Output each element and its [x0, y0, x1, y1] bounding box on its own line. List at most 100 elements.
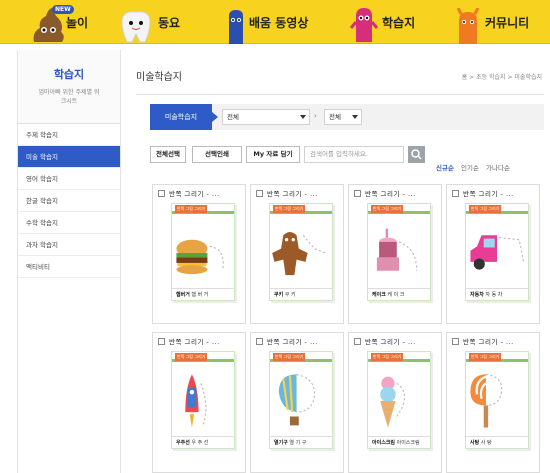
card-header: 반쪽 그리기 - ...: [349, 185, 441, 201]
nav-label-worksheets: 학습지: [382, 15, 416, 30]
worksheet-card[interactable]: 반쪽 그리기 - ... 반쪽 그림 그리기쿠키 쿠 키: [250, 184, 344, 324]
worksheet-card[interactable]: 반쪽 그리기 - ... 반쪽 그림 그리기우주선 우 주 선: [152, 332, 246, 473]
card-header: 반쪽 그리기 - ...: [349, 333, 441, 349]
top-navigation: NEW 놀이 동요 배움 동영상 학습지 커뮤니티: [0, 0, 550, 44]
balloon-illustration-icon: [278, 373, 316, 426]
worksheet-trace-word: 아이스크림: [396, 440, 420, 446]
worksheet-thumbnail[interactable]: 반쪽 그림 그리기 햄버거 햄 버 거: [171, 203, 235, 301]
worksheet-card[interactable]: 반쪽 그리기 - ... 반쪽 그림 그리기아이스크림 아이스크림: [348, 332, 442, 473]
card-title[interactable]: 반쪽 그리기 - ...: [267, 336, 318, 346]
sidebar-item-english[interactable]: 영어 학습지: [18, 168, 120, 190]
card-title[interactable]: 반쪽 그리기 - ...: [463, 336, 514, 346]
worksheet-trace-word: 케 이 크: [387, 292, 405, 298]
worksheet-header-strip: 반쪽 그림 그리기: [172, 352, 234, 362]
sidebar-item-science[interactable]: 과자 학습지: [18, 234, 120, 256]
card-checkbox[interactable]: [256, 189, 263, 197]
worksheet-header-strip: 반쪽 그림 그리기: [466, 352, 528, 362]
sidebar-item-math[interactable]: 수학 학습지: [18, 212, 120, 234]
worksheet-thumbnail[interactable]: 반쪽 그림 그리기사탕 사 탕: [465, 351, 529, 449]
car-illustration-icon: [470, 235, 525, 270]
nav-label-videos: 배움 동영상: [249, 15, 309, 30]
tooth-character-icon: [121, 11, 151, 43]
my-list-button[interactable]: My 자료 담기: [246, 146, 300, 163]
nav-item-play[interactable]: NEW 놀이: [30, 0, 88, 44]
new-badge: NEW: [52, 5, 74, 14]
worksheet-tag: 반쪽 그림 그리기: [273, 205, 306, 213]
sidebar-item-activity[interactable]: 액티비티: [18, 256, 120, 278]
filter-category-tab[interactable]: 미술학습지: [150, 104, 218, 130]
sidebar-item-korean[interactable]: 한글 학습지: [18, 190, 120, 212]
sort-popular[interactable]: 인기순: [461, 162, 479, 172]
sort-alphabetical[interactable]: 가나다순: [486, 162, 510, 172]
worksheet-thumbnail[interactable]: 반쪽 그림 그리기케이크 케 이 크: [367, 203, 431, 301]
worksheet-trace-word: 사 탕: [480, 440, 492, 446]
nav-label-play: 놀이: [66, 15, 89, 30]
card-title[interactable]: 반쪽 그리기 - ...: [365, 188, 416, 198]
page-title: 미술학습지: [136, 72, 182, 83]
worksheet-small-word: 케이크: [372, 292, 386, 298]
worksheet-small-word: 자동차: [470, 292, 484, 298]
worksheet-word-row: 우주선 우 주 선: [172, 436, 234, 448]
card-title[interactable]: 반쪽 그리기 - ...: [365, 336, 416, 346]
worksheet-tag: 반쪽 그림 그리기: [469, 205, 502, 213]
icecream-illustration-icon: [380, 376, 406, 428]
sidebar-item-art[interactable]: 미술 학습지: [18, 146, 120, 168]
card-checkbox[interactable]: [158, 337, 165, 345]
card-checkbox[interactable]: [354, 189, 361, 197]
worksheet-word-row: 사탕 사 탕: [466, 436, 528, 448]
worksheet-card[interactable]: 반쪽 그리기 - ... 반쪽 그림 그리기케이크 케 이 크: [348, 184, 442, 324]
card-header: 반쪽 그리기 - ...: [447, 185, 539, 201]
search-button[interactable]: [408, 146, 425, 163]
worksheet-thumbnail[interactable]: 반쪽 그림 그리기아이스크림 아이스크림: [367, 351, 431, 449]
worksheet-word-row: 아이스크림 아이스크림: [368, 436, 430, 448]
worksheet-card[interactable]: 반쪽 그리기 - ... 반쪽 그림 그리기사탕 사 탕: [446, 332, 540, 473]
card-checkbox[interactable]: [158, 189, 165, 197]
card-title[interactable]: 반쪽 그리기 - ...: [267, 188, 318, 198]
select-all-button[interactable]: 전체선택: [150, 146, 186, 163]
search-input[interactable]: 검색어를 입력하세요.: [304, 146, 404, 163]
worksheet-header-strip: 반쪽 그림 그리기: [368, 204, 430, 214]
card-header: 반쪽 그리기 - ...: [153, 333, 245, 349]
worksheet-thumbnail[interactable]: 반쪽 그림 그리기우주선 우 주 선: [171, 351, 235, 449]
worksheet-card[interactable]: 반쪽 그리기 - ... 반쪽 그림 그리기 햄버거 햄 버 거: [152, 184, 246, 324]
worksheet-thumbnail[interactable]: 반쪽 그림 그리기쿠키 쿠 키: [269, 203, 333, 301]
card-checkbox[interactable]: [354, 337, 361, 345]
worksheet-header-strip: 반쪽 그림 그리기: [368, 352, 430, 362]
worksheet-tag: 반쪽 그림 그리기: [273, 353, 306, 361]
worksheet-card[interactable]: 반쪽 그리기 - ... 반쪽 그림 그리기 열기구 열 기 구: [250, 332, 344, 473]
worksheet-trace-word: 쿠 키: [284, 292, 296, 298]
filter-bar: 미술학습지 전체 › 전체: [150, 104, 544, 130]
worksheet-small-word: 사탕: [470, 440, 480, 446]
card-title[interactable]: 반쪽 그리기 - ...: [169, 336, 220, 346]
nav-item-videos[interactable]: 배움 동영상: [225, 0, 308, 44]
nav-item-worksheets[interactable]: 학습지: [350, 0, 415, 44]
pink-character-icon: [350, 8, 378, 42]
title-divider: [136, 94, 544, 95]
nav-item-community[interactable]: 커뮤니티: [455, 0, 529, 44]
worksheet-trace-word: 햄 버 거: [191, 292, 209, 298]
sidebar-item-topic[interactable]: 주제 학습지: [18, 124, 120, 146]
worksheet-card[interactable]: 반쪽 그리기 - ... 반쪽 그림 그리기 자동차 자 동 차: [446, 184, 540, 324]
card-title[interactable]: 반쪽 그리기 - ...: [463, 188, 514, 198]
worksheet-word-row: 케이크 케 이 크: [368, 288, 430, 300]
card-checkbox[interactable]: [452, 189, 459, 197]
worksheet-trace-word: 우 주 선: [191, 440, 209, 446]
worksheet-small-word: 아이스크림: [372, 440, 396, 446]
card-checkbox[interactable]: [452, 337, 459, 345]
worksheet-header-strip: 반쪽 그림 그리기: [172, 204, 234, 214]
worksheet-thumbnail[interactable]: 반쪽 그림 그리기 열기구 열 기 구: [269, 351, 333, 449]
nav-item-songs[interactable]: 동요: [118, 0, 180, 44]
card-checkbox[interactable]: [256, 337, 263, 345]
worksheet-small-word: 쿠키: [274, 292, 284, 298]
filter-select-1-value: 전체: [227, 113, 239, 121]
cookie-illustration-icon: [272, 231, 326, 276]
worksheet-tag: 반쪽 그림 그리기: [371, 205, 404, 213]
card-header: 반쪽 그리기 - ...: [251, 333, 343, 349]
card-title[interactable]: 반쪽 그리기 - ...: [169, 188, 220, 198]
worksheet-thumbnail[interactable]: 반쪽 그림 그리기 자동차 자 동 차: [465, 203, 529, 301]
filter-select-2[interactable]: 전체: [324, 109, 362, 125]
print-selected-button[interactable]: 선택인쇄: [192, 146, 242, 163]
sort-newest[interactable]: 신규순: [436, 162, 454, 172]
worksheet-header-strip: 반쪽 그림 그리기: [466, 204, 528, 214]
filter-select-1[interactable]: 전체: [222, 109, 310, 125]
